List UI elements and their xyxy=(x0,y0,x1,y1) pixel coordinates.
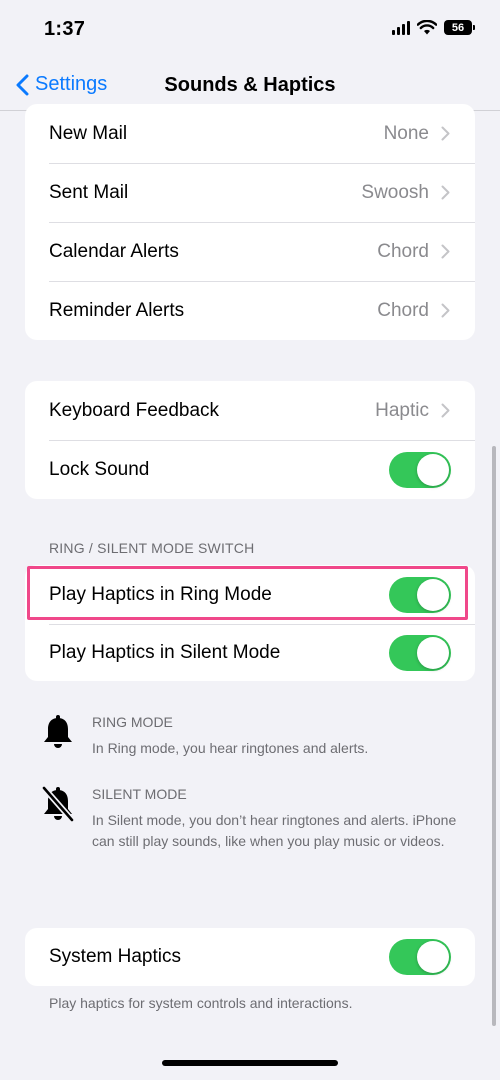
row-label: Lock Sound xyxy=(49,458,150,480)
system-haptics-footnote: Play haptics for system controls and int… xyxy=(49,995,353,1011)
row-label: Reminder Alerts xyxy=(49,299,185,321)
row-keyboard-feedback[interactable]: Keyboard Feedback Haptic xyxy=(25,381,475,440)
row-calendar-alerts[interactable]: Calendar Alerts Chord xyxy=(25,222,475,281)
row-play-haptics-silent: Play Haptics in Silent Mode xyxy=(25,624,475,681)
wifi-icon xyxy=(417,20,437,35)
bell-icon xyxy=(44,715,72,748)
chevron-right-icon xyxy=(441,185,450,200)
row-label: Play Haptics in Silent Mode xyxy=(49,641,281,663)
scrollbar[interactable] xyxy=(492,446,496,1026)
row-label: New Mail xyxy=(49,122,128,144)
toggle-knob xyxy=(417,941,449,973)
system-haptics-group: System Haptics xyxy=(25,928,475,986)
info-description: In Ring mode, you hear ringtones and ale… xyxy=(92,740,369,756)
cellular-signal-icon xyxy=(392,20,410,35)
feedback-group: Keyboard Feedback Haptic Lock Sound xyxy=(25,381,475,499)
row-label: Sent Mail xyxy=(49,181,129,203)
row-value: None xyxy=(383,122,429,144)
row-value: Chord xyxy=(377,299,429,321)
row-play-haptics-ring: Play Haptics in Ring Mode xyxy=(25,565,475,624)
back-button[interactable]: Settings xyxy=(16,73,107,96)
ring-silent-group: Play Haptics in Ring Mode Play Haptics i… xyxy=(25,565,475,681)
system-haptics-toggle[interactable] xyxy=(389,939,451,975)
info-title: RING MODE xyxy=(92,714,173,730)
silent-haptics-toggle[interactable] xyxy=(389,634,451,671)
status-icons: 56 xyxy=(392,20,475,35)
row-value: Chord xyxy=(377,240,429,262)
row-value: Swoosh xyxy=(361,181,429,203)
row-sent-mail[interactable]: Sent Mail Swoosh xyxy=(25,163,475,222)
row-value: Haptic xyxy=(375,399,429,421)
bell-slash-icon xyxy=(41,786,75,823)
chevron-left-icon xyxy=(16,74,29,95)
info-title: SILENT MODE xyxy=(92,786,187,802)
row-label: Keyboard Feedback xyxy=(49,399,220,421)
chevron-right-icon xyxy=(441,303,450,318)
row-label: Play Haptics in Ring Mode xyxy=(49,583,272,605)
home-indicator[interactable] xyxy=(162,1060,338,1066)
chevron-right-icon xyxy=(441,403,450,418)
chevron-right-icon xyxy=(441,244,450,259)
status-bar: 1:37 56 xyxy=(0,0,500,64)
chevron-right-icon xyxy=(441,126,450,141)
info-description: In Silent mode, you don’t hear ringtones… xyxy=(92,812,457,849)
back-button-label: Settings xyxy=(35,73,108,95)
row-lock-sound: Lock Sound xyxy=(25,440,475,499)
toggle-knob xyxy=(417,453,449,486)
ring-haptics-toggle[interactable] xyxy=(389,576,451,613)
toggle-knob xyxy=(417,578,449,611)
ring-mode-info: RING MODE In Ring mode, you hear rington… xyxy=(40,714,470,764)
row-reminder-alerts[interactable]: Reminder Alerts Chord xyxy=(25,281,475,340)
battery-icon: 56 xyxy=(444,20,475,35)
lock-sound-toggle[interactable] xyxy=(389,451,451,488)
toggle-knob xyxy=(417,636,449,669)
row-new-mail[interactable]: New Mail None xyxy=(25,104,475,163)
row-label: System Haptics xyxy=(49,946,181,967)
alert-sounds-group: New Mail None Sent Mail Swoosh Calendar … xyxy=(25,104,475,340)
section-header-ring-silent: RING / SILENT MODE SWITCH xyxy=(49,540,255,556)
row-system-haptics: System Haptics xyxy=(25,928,475,986)
silent-mode-info: SILENT MODE In Silent mode, you don’t he… xyxy=(40,786,470,876)
row-label: Calendar Alerts xyxy=(49,240,179,262)
status-time: 1:37 xyxy=(44,18,86,40)
